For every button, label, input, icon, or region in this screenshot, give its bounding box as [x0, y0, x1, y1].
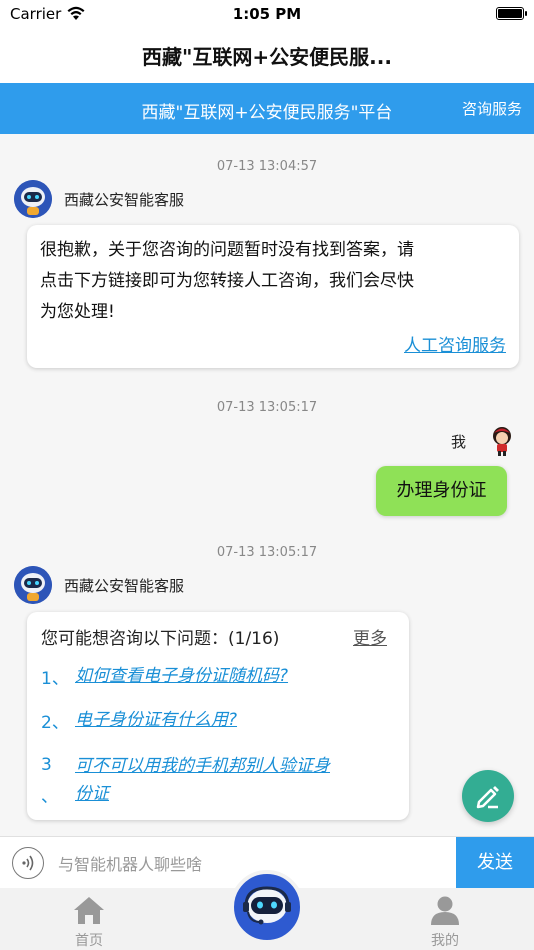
- edit-icon: [476, 786, 499, 809]
- battery-icon: [496, 7, 527, 20]
- consult-service-button[interactable]: 咨询服务: [462, 98, 522, 119]
- robot-icon: [243, 886, 291, 925]
- sender-name: 西藏公安智能客服: [64, 577, 185, 595]
- person-icon: [431, 896, 459, 925]
- bot-avatar: [14, 566, 52, 604]
- more-link[interactable]: 更多: [353, 624, 387, 649]
- suggestion-link-line: 可不可以用我的手机邦别人验证身: [75, 756, 330, 776]
- user-message-bubble: 办理身份证: [376, 466, 507, 516]
- nav-bar: 西藏"互联网+公安便民服...: [0, 28, 534, 83]
- robot-icon: [14, 180, 52, 218]
- tab-home[interactable]: 首页: [60, 892, 118, 949]
- platform-banner: 西藏"互联网+公安便民服务"平台 咨询服务: [0, 83, 534, 134]
- suggestion-link[interactable]: 如何查看电子身份证随机码?: [75, 662, 288, 690]
- message-line: 为您处理!: [40, 302, 115, 322]
- human-consult-link[interactable]: 人工咨询服务: [404, 331, 506, 356]
- user-name: 我: [451, 433, 467, 451]
- robot-icon: [14, 566, 52, 604]
- banner-title: 西藏"互联网+公安便民服务"平台: [141, 103, 393, 123]
- message-line: 点击下方链接即可为您转接人工咨询，我们会尽快: [40, 271, 414, 291]
- message-timestamp: 07-13 13:05:17: [216, 545, 318, 560]
- suggestion-number: 1、: [41, 669, 69, 689]
- feedback-button[interactable]: [462, 770, 514, 822]
- sender-name: 西藏公安智能客服: [64, 191, 185, 209]
- suggestion-bubble: 您可能想咨询以下问题：(1/16) 更多 1、 如何查看电子身份证随机码? 2、…: [27, 612, 409, 820]
- suggestion-link[interactable]: 电子身份证有什么用?: [75, 706, 237, 734]
- chat-input[interactable]: 与智能机器人聊些啥: [58, 851, 202, 875]
- suggestion-number: 2、: [41, 713, 69, 733]
- bot-avatar: [14, 180, 52, 218]
- home-icon: [74, 897, 104, 924]
- suggestion-number: 3: [41, 755, 52, 775]
- message-timestamp: 07-13 13:04:57: [216, 159, 318, 174]
- tab-mine[interactable]: 我的: [416, 892, 474, 949]
- message-line: 很抱歉，关于您咨询的问题暂时没有找到答案，请: [40, 240, 414, 260]
- suggestion-link-line: 份证: [75, 784, 109, 804]
- robot-home-button[interactable]: [230, 870, 304, 944]
- chat-area[interactable]: 07-13 13:04:57 西藏公安智能客服 很抱歉，关于您咨询的问题暂时没有…: [0, 134, 534, 836]
- status-bar: Carrier 1:05 PM: [0, 0, 534, 28]
- voice-button[interactable]: [12, 847, 44, 879]
- suggestion-number-suffix: 、: [41, 787, 58, 807]
- tab-mine-label: 我的: [431, 933, 459, 949]
- tab-home-label: 首页: [75, 933, 103, 949]
- page-title: 西藏"互联网+公安便民服...: [142, 45, 392, 69]
- voice-icon: [22, 855, 34, 871]
- user-avatar: [493, 427, 511, 456]
- bot-message-bubble: 很抱歉，关于您咨询的问题暂时没有找到答案，请 点击下方链接即可为您转接人工咨询，…: [27, 225, 519, 368]
- suggestion-link[interactable]: 可不可以用我的手机邦别人验证身 份证: [75, 752, 330, 808]
- suggestion-header: 您可能想咨询以下问题：(1/16): [41, 629, 280, 649]
- message-timestamp: 07-13 13:05:17: [216, 400, 318, 415]
- clock: 1:05 PM: [232, 5, 302, 23]
- send-button[interactable]: 发送: [456, 837, 534, 889]
